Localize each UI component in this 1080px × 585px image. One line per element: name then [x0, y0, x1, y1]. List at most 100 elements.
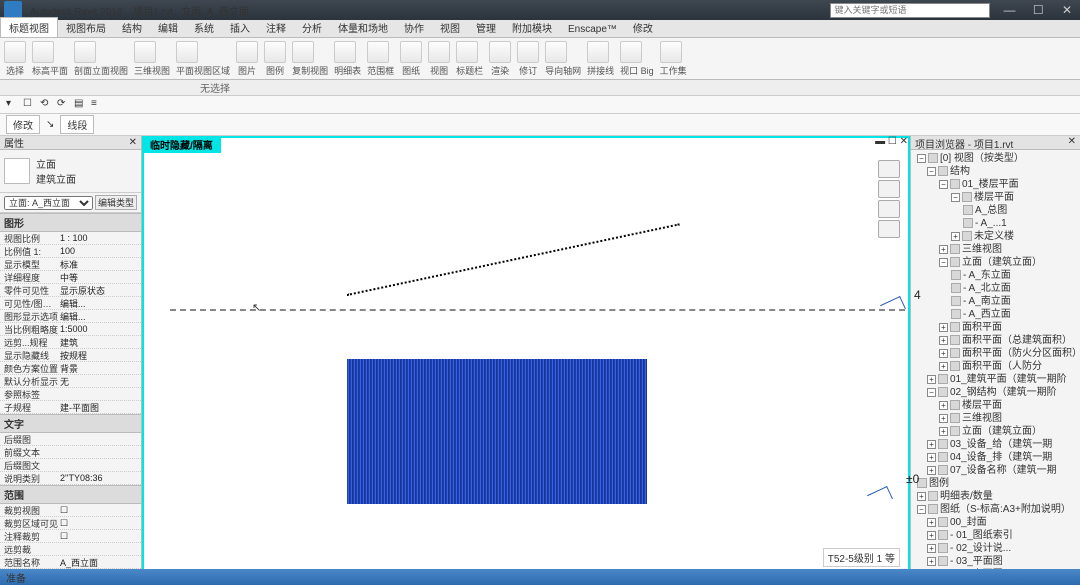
ribbon-tab[interactable]: 体量和场地 [330, 18, 396, 37]
property-row[interactable]: 显示模型标准 [0, 258, 141, 271]
property-row[interactable]: 注释裁剪☐ [0, 530, 141, 543]
nav-pan-icon[interactable] [878, 200, 900, 218]
tree-toggle[interactable]: + [939, 414, 948, 423]
property-row[interactable]: 后缀图文 [0, 459, 141, 472]
ribbon-tool[interactable] [74, 41, 96, 63]
tree-toggle[interactable]: + [927, 375, 936, 384]
tree-toggle[interactable]: + [927, 557, 936, 566]
ribbon-tool[interactable] [367, 41, 389, 63]
close-button[interactable]: ✕ [1054, 3, 1080, 17]
ribbon-tool[interactable] [545, 41, 567, 63]
property-value[interactable]: ☐ [60, 505, 141, 516]
ribbon-tab[interactable]: 插入 [222, 18, 258, 37]
tree-toggle[interactable]: + [939, 427, 948, 436]
drawing-canvas[interactable]: 临时隐藏/隔离 ▬ ☐ ✕ 4 ±0 ↖ T52-5级别 1 等 项目1.rvt [142, 136, 910, 585]
type-selector[interactable]: 立面 建筑立面 [0, 150, 141, 193]
ribbon-tab[interactable]: 结构 [114, 18, 150, 37]
property-row[interactable]: 图形显示选项编辑... [0, 310, 141, 323]
property-category[interactable]: 范围 [0, 485, 141, 504]
property-row[interactable]: 远剪...规程建筑 [0, 336, 141, 349]
property-category[interactable]: 文字 [0, 414, 141, 433]
tree-node[interactable]: - A_南立面 [913, 295, 1078, 308]
tree-toggle[interactable]: − [939, 180, 948, 189]
nav-wheel-icon[interactable] [878, 180, 900, 198]
property-row[interactable]: 参照标签 [0, 388, 141, 401]
tree-node[interactable]: - A_东立面 [913, 269, 1078, 282]
ribbon-tool[interactable] [400, 41, 422, 63]
tree-node[interactable]: +面积平面 [913, 321, 1078, 334]
property-row[interactable]: 零件可见性显示原状态 [0, 284, 141, 297]
qat-icon[interactable]: ⟳ [57, 98, 71, 112]
ribbon-tab[interactable]: 分析 [294, 18, 330, 37]
segment-button[interactable]: 线段 [60, 115, 94, 134]
close-icon[interactable]: ✕ [1068, 136, 1076, 149]
tree-node[interactable]: 图例 [913, 477, 1078, 490]
tree-node[interactable]: - A_...1 [913, 217, 1078, 230]
tree-node[interactable]: +立面（建筑立面） [913, 425, 1078, 438]
minimize-button[interactable]: — [996, 3, 1022, 17]
property-value[interactable]: ☐ [60, 531, 141, 542]
tree-toggle[interactable]: + [939, 401, 948, 410]
nav-home-icon[interactable] [878, 160, 900, 178]
ribbon-tool[interactable] [587, 41, 609, 63]
tree-node[interactable]: −01_楼层平面 [913, 178, 1078, 191]
property-row[interactable]: 当比例粗略度1:5000 [0, 323, 141, 336]
property-category[interactable]: 图形 [0, 213, 141, 232]
tree-node[interactable]: +明细表/数量 [913, 490, 1078, 503]
tree-toggle[interactable]: − [917, 505, 926, 514]
tree-toggle[interactable]: + [917, 492, 926, 501]
property-row[interactable]: 范围名称A_西立面 [0, 556, 141, 569]
property-row[interactable]: 颜色方案位置背景 [0, 362, 141, 375]
ribbon-tab[interactable]: 附加模块 [504, 18, 560, 37]
tree-toggle[interactable]: + [939, 336, 948, 345]
tree-node[interactable]: - A_北立面 [913, 282, 1078, 295]
property-row[interactable]: 后缀图 [0, 433, 141, 446]
tree-node[interactable]: +- 02_设计说... [913, 542, 1078, 555]
ribbon-tab[interactable]: 视图 [432, 18, 468, 37]
tree-toggle[interactable]: + [927, 544, 936, 553]
tree-node[interactable]: −02_钢结构（建筑一期阶 [913, 386, 1078, 399]
tree-toggle[interactable]: + [927, 453, 936, 462]
qat-icon[interactable]: ⟲ [40, 98, 54, 112]
property-value[interactable]: 建筑 [60, 336, 141, 349]
property-row[interactable]: 裁剪区域可见☐ [0, 517, 141, 530]
close-icon[interactable]: ✕ [129, 137, 137, 148]
tree-toggle[interactable]: − [927, 167, 936, 176]
qat-icon[interactable]: ☐ [23, 98, 37, 112]
wall-element[interactable] [347, 359, 647, 504]
tree-node[interactable]: +三维视图 [913, 412, 1078, 425]
property-row[interactable]: 显示隐藏线按规程 [0, 349, 141, 362]
tree-node[interactable]: −结构 [913, 165, 1078, 178]
property-value[interactable]: 背景 [60, 362, 141, 375]
tree-toggle[interactable]: + [927, 518, 936, 527]
ribbon-tool[interactable] [660, 41, 682, 63]
ribbon-tool[interactable] [334, 41, 356, 63]
ribbon-tab[interactable]: 协作 [396, 18, 432, 37]
edit-type-button[interactable]: 编辑类型 [95, 195, 137, 210]
ribbon-tab[interactable]: 注释 [258, 18, 294, 37]
tree-node[interactable]: +07_设备名称（建筑一期 [913, 464, 1078, 477]
property-value[interactable]: 1:5000 [60, 324, 141, 334]
tree-node[interactable]: −楼层平面 [913, 191, 1078, 204]
qat-icon[interactable]: ▾ [6, 98, 20, 112]
property-value[interactable]: 编辑... [60, 310, 141, 323]
tree-node[interactable]: −图纸（S-标高:A3+附加说明） [913, 503, 1078, 516]
maximize-button[interactable]: ☐ [1025, 3, 1051, 17]
property-value[interactable]: 按规程 [60, 349, 141, 362]
property-row[interactable]: 远剪裁 [0, 543, 141, 556]
property-row[interactable]: 裁剪视图☐ [0, 504, 141, 517]
tree-node[interactable]: +未定义楼 [913, 230, 1078, 243]
tree-node[interactable]: +面积平面（人防分 [913, 360, 1078, 373]
tree-node[interactable]: +- 03_平面图 [913, 555, 1078, 568]
ribbon-tool[interactable] [4, 41, 26, 63]
tree-node[interactable]: +00_封面 [913, 516, 1078, 529]
tree-node[interactable]: +面积平面（防火分区面积） [913, 347, 1078, 360]
property-row[interactable]: 视图比例1 : 100 [0, 232, 141, 245]
ribbon-tool[interactable] [32, 41, 54, 63]
ribbon-tool[interactable] [517, 41, 539, 63]
property-value[interactable]: 显示原状态 [60, 284, 141, 297]
property-row[interactable]: 前缀文本 [0, 446, 141, 459]
property-row[interactable]: 默认分析显示无 [0, 375, 141, 388]
ribbon-tool[interactable] [456, 41, 478, 63]
tree-node[interactable]: A_总图 [913, 204, 1078, 217]
